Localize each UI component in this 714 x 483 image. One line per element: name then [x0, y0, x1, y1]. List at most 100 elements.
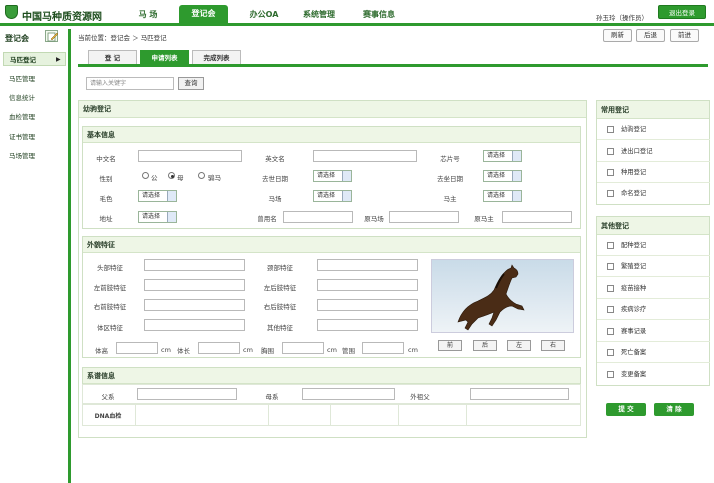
gender-female-radio[interactable] — [168, 172, 175, 179]
tab-completed-list[interactable]: 完成列表 — [192, 50, 241, 65]
search-input[interactable]: 请输入关键字 — [86, 77, 174, 90]
sidebar-item-horse-management[interactable]: 马匹管理 — [3, 72, 66, 86]
logo-shield-icon — [5, 5, 18, 19]
sidebar-item-farm-management[interactable]: 马场管理 — [3, 149, 66, 163]
chest-input[interactable] — [282, 342, 324, 354]
item-label: 疾病诊疗 — [621, 306, 647, 313]
lf-leg-label: 左前肢特征 — [93, 284, 127, 292]
sidebar-item-blood-tests[interactable]: 血检管理 — [3, 110, 66, 124]
checkbox-icon[interactable] — [607, 263, 614, 270]
refresh-button[interactable]: 刷新 — [603, 29, 632, 42]
unit-label: cm — [243, 346, 253, 354]
nav-race-info[interactable]: 赛事信息 — [356, 9, 402, 26]
item-label: 疫苗接种 — [621, 285, 647, 292]
common-item-import-export[interactable]: 进出口登记 — [597, 141, 710, 162]
divider — [466, 404, 467, 426]
death-date-select[interactable]: 请选择 ▼ — [313, 170, 352, 182]
checkbox-icon[interactable] — [607, 371, 614, 378]
other-item-death[interactable]: 死亡备案 — [597, 342, 710, 363]
body-label: 体区特征 — [97, 324, 123, 332]
view-left-button[interactable]: 左 — [507, 340, 531, 351]
item-label: 命名登记 — [621, 190, 647, 197]
neck-input[interactable] — [317, 259, 418, 271]
nav-registry[interactable]: 登记会 — [179, 5, 228, 25]
checkbox-icon[interactable] — [607, 349, 614, 356]
other-item-vaccination[interactable]: 疫苗接种 — [597, 278, 710, 299]
sidebar-item-statistics[interactable]: 信息统计 — [3, 91, 66, 105]
former-name-input[interactable] — [283, 211, 353, 223]
address-select[interactable]: 请选择 ▼ — [138, 211, 177, 223]
divider — [330, 404, 331, 426]
body-input[interactable] — [144, 319, 245, 331]
checkbox-icon[interactable] — [607, 328, 614, 335]
common-item-foal[interactable]: 幼驹登记 — [597, 119, 710, 140]
submit-button[interactable]: 提 交 — [606, 403, 646, 416]
former-farm-input[interactable] — [389, 211, 459, 223]
farm-select[interactable]: 请选择 ▼ — [313, 190, 352, 202]
gender-gelding-label: 骟马 — [208, 174, 221, 182]
common-item-breeding-use[interactable]: 种用登记 — [597, 162, 710, 183]
view-front-button[interactable]: 前 — [438, 340, 462, 351]
checkbox-icon[interactable] — [607, 126, 614, 133]
dam-label: 母系 — [265, 393, 279, 401]
sire-input[interactable] — [137, 388, 237, 400]
other-item-mating[interactable]: 配种登记 — [597, 235, 710, 256]
tab-application-list[interactable]: 申请列表 — [140, 50, 189, 65]
tab-register[interactable]: 登 记 — [88, 50, 137, 65]
gender-male-radio[interactable] — [142, 172, 149, 179]
gender-gelding-radio[interactable] — [198, 172, 205, 179]
unit-label: cm — [161, 346, 171, 354]
tab-underline — [78, 64, 708, 67]
grandsire-input[interactable] — [470, 388, 569, 400]
length-label: 体长 — [177, 347, 190, 355]
other-item-change[interactable]: 变更备案 — [597, 364, 710, 385]
other-item-treatment[interactable]: 疾病诊疗 — [597, 299, 710, 320]
gender-label: 性别 — [99, 175, 113, 183]
cn-name-input[interactable] — [138, 150, 242, 162]
neck-label: 颈部特征 — [267, 264, 293, 272]
checkbox-icon[interactable] — [607, 190, 614, 197]
lf-leg-input[interactable] — [144, 279, 245, 291]
sidebar-item-certificates[interactable]: 证书管理 — [3, 130, 66, 144]
clear-button[interactable]: 清 除 — [654, 403, 694, 416]
chevron-down-icon: ▼ — [346, 195, 350, 201]
other-item-race-records[interactable]: 赛事记录 — [597, 321, 710, 342]
rr-leg-input[interactable] — [317, 299, 418, 311]
logout-button[interactable]: 退出登录 — [658, 5, 706, 19]
nav-office-oa[interactable]: 办公OA — [241, 9, 287, 26]
cannon-input[interactable] — [362, 342, 404, 354]
owner-select[interactable]: 请选择 ▼ — [483, 190, 522, 202]
nav-system-admin[interactable]: 系统管理 — [296, 9, 342, 26]
forward-button[interactable]: 前进 — [670, 29, 699, 42]
select-value: 请选择 — [317, 172, 336, 179]
checkbox-icon[interactable] — [607, 148, 614, 155]
nav-horse-farm[interactable]: 马 场 — [128, 9, 168, 26]
checkbox-icon[interactable] — [607, 306, 614, 313]
length-input[interactable] — [198, 342, 240, 354]
dam-input[interactable] — [302, 388, 395, 400]
other-input[interactable] — [317, 319, 418, 331]
common-item-naming[interactable]: 命名登记 — [597, 183, 710, 204]
checkbox-icon[interactable] — [607, 285, 614, 292]
dereg-date-select[interactable]: 请选择 ▼ — [483, 170, 522, 182]
view-back-button[interactable]: 后 — [473, 340, 497, 351]
back-button[interactable]: 后退 — [636, 29, 665, 42]
height-input[interactable] — [116, 342, 158, 354]
coat-select[interactable]: 请选择 ▼ — [138, 190, 177, 202]
item-label: 进出口登记 — [621, 148, 653, 155]
search-button[interactable]: 查询 — [178, 77, 204, 90]
view-right-button[interactable]: 右 — [541, 340, 565, 351]
checkbox-icon[interactable] — [607, 169, 614, 176]
sire-label: 父系 — [101, 393, 115, 401]
head-input[interactable] — [144, 259, 245, 271]
top-header: 中国马种质资源网 马 场 登记会 办公OA 系统管理 赛事信息 孙玉玲（操作员）… — [0, 0, 714, 26]
height-label: 体高 — [95, 347, 108, 355]
lr-leg-input[interactable] — [317, 279, 418, 291]
chip-select[interactable]: 请选择 ▼ — [483, 150, 522, 162]
other-item-breeding[interactable]: 繁殖登记 — [597, 256, 710, 277]
rf-leg-input[interactable] — [144, 299, 245, 311]
en-name-input[interactable] — [313, 150, 417, 162]
checkbox-icon[interactable] — [607, 242, 614, 249]
former-owner-input[interactable] — [502, 211, 572, 223]
edit-icon[interactable] — [45, 30, 59, 42]
